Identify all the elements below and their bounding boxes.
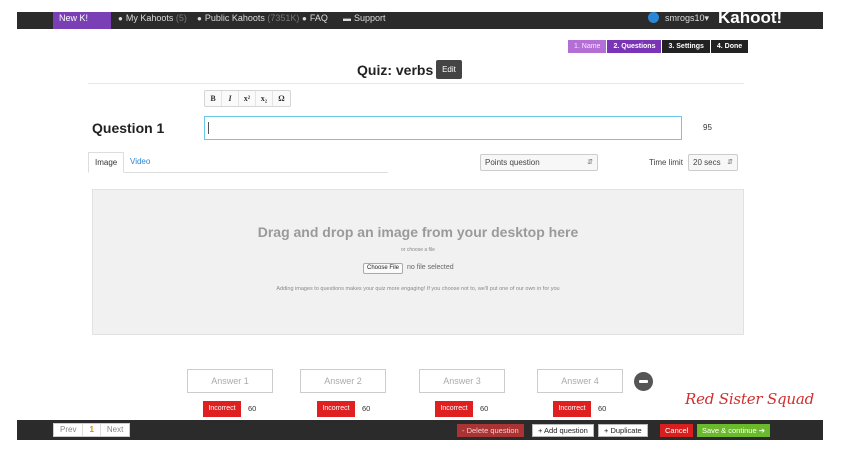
kahoot-logo[interactable]: Kahoot! <box>718 12 782 28</box>
page-number[interactable]: 1 <box>83 424 101 436</box>
next-button[interactable]: Next <box>101 424 129 436</box>
delete-question-button[interactable]: - Delete question <box>457 424 524 437</box>
format-toolbar: B I x² x₂ Ω <box>204 90 291 107</box>
nav-my-kahoots[interactable]: ● My Kahoots (5) <box>118 12 187 25</box>
answer-1-correct-toggle[interactable]: Incorrect <box>203 401 241 417</box>
dropzone-hint: Adding images to questions makes your qu… <box>276 286 560 292</box>
new-kahoot-button[interactable]: New K! <box>53 12 111 29</box>
footer-bar: Prev 1 Next - Delete question + Add ques… <box>17 420 823 440</box>
answer-4-correct-toggle[interactable]: Incorrect <box>553 401 591 417</box>
save-continue-button[interactable]: Save & continue ➔ <box>697 424 770 437</box>
pagination: Prev 1 Next <box>53 423 131 437</box>
nav-faq[interactable]: ● FAQ <box>302 12 328 25</box>
question-type-select[interactable]: Points question ⇵ <box>480 154 598 171</box>
question-icon: ● <box>302 14 307 23</box>
time-limit-select[interactable]: 20 secs ⇵ <box>688 154 738 171</box>
answer-2-time: 60 <box>362 404 371 413</box>
step-done[interactable]: 4. Done <box>710 40 749 53</box>
answer-3-time: 60 <box>480 404 489 413</box>
duplicate-button[interactable]: + Duplicate <box>598 424 648 437</box>
user-icon: ● <box>118 14 123 23</box>
answer-1-time: 60 <box>248 404 257 413</box>
prev-button[interactable]: Prev <box>54 424 84 436</box>
remove-answer-icon[interactable] <box>634 372 653 391</box>
cancel-button[interactable]: Cancel <box>660 424 694 437</box>
divider <box>88 83 744 84</box>
answer-4-time: 60 <box>598 404 607 413</box>
tab-video[interactable]: Video <box>124 152 156 173</box>
kahoot-editor-window: New K! ● My Kahoots (5) ● Public Kahoots (… <box>17 12 823 440</box>
media-tabs: Image Video <box>88 152 388 173</box>
superscript-button[interactable]: x² <box>239 91 256 106</box>
question-input[interactable] <box>204 116 682 140</box>
select-arrows-icon: ⇵ <box>587 159 593 166</box>
add-question-button[interactable]: + Add question <box>532 424 594 437</box>
special-char-button[interactable]: Ω <box>273 91 290 106</box>
text-cursor <box>208 122 209 134</box>
italic-button[interactable]: I <box>222 91 239 106</box>
user-menu[interactable]: smrogs10▾ <box>648 12 709 24</box>
dropzone-or-text: or choose a file <box>401 247 435 253</box>
step-settings[interactable]: 3. Settings <box>662 40 710 53</box>
watermark: Red Sister Squad <box>685 390 815 408</box>
quiz-title: Quiz: verbs <box>357 62 434 78</box>
answer-3-input[interactable]: Answer 3 <box>419 369 505 393</box>
file-status: no file selected <box>406 264 454 271</box>
globe-icon: ● <box>197 14 202 23</box>
answer-2-input[interactable]: Answer 2 <box>300 369 386 393</box>
answer-4-input[interactable]: Answer 4 <box>537 369 623 393</box>
characters-left: 95 <box>703 123 712 132</box>
avatar <box>648 12 659 23</box>
time-limit-label: Time limit <box>649 158 683 167</box>
chat-icon: ▬ <box>343 14 351 23</box>
nav-support[interactable]: ▬ Support <box>343 12 386 25</box>
file-picker: Choose File no file selected <box>363 263 454 274</box>
chevron-down-icon: ▾ <box>704 13 710 23</box>
choose-file-button[interactable]: Choose File <box>363 263 404 274</box>
step-questions[interactable]: 2. Questions <box>607 40 662 53</box>
progress-steps: 1. Name 2. Questions 3. Settings 4. Done <box>568 40 749 53</box>
tab-image[interactable]: Image <box>88 152 125 173</box>
answer-1-input[interactable]: Answer 1 <box>187 369 273 393</box>
top-navigation-bar: New K! ● My Kahoots (5) ● Public Kahoots (… <box>17 12 823 29</box>
edit-title-button[interactable]: Edit <box>436 60 462 79</box>
answer-3-correct-toggle[interactable]: Incorrect <box>435 401 473 417</box>
dropzone-headline: Drag and drop an image from your desktop… <box>257 224 579 240</box>
step-name[interactable]: 1. Name <box>568 40 607 53</box>
bold-button[interactable]: B <box>205 91 222 106</box>
select-arrows-icon: ⇵ <box>727 159 733 166</box>
image-dropzone[interactable]: Drag and drop an image from your desktop… <box>92 189 744 335</box>
nav-public-kahoots[interactable]: ● Public Kahoots (7351K) <box>197 12 299 25</box>
subscript-button[interactable]: x₂ <box>256 91 273 106</box>
question-label: Question 1 <box>92 120 165 136</box>
answer-2-correct-toggle[interactable]: Incorrect <box>317 401 355 417</box>
